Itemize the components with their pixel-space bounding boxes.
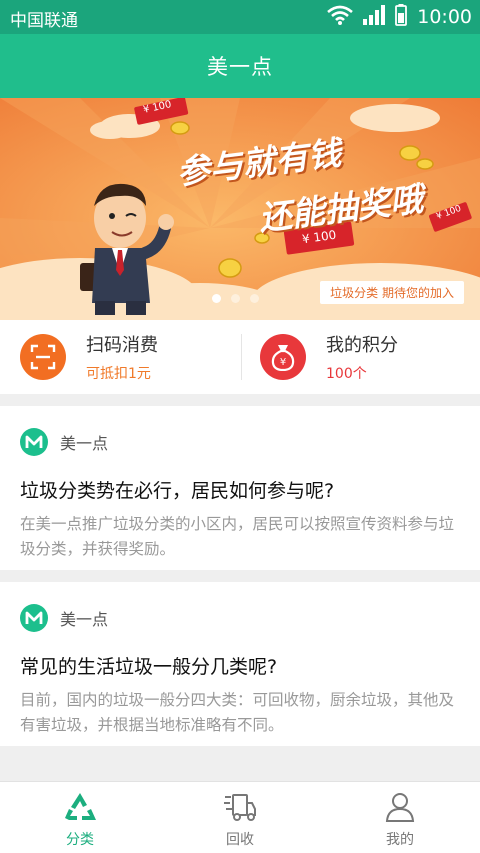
bottom-tab-bar: 分类 回收 我的 [0, 781, 480, 853]
tab-label: 分类 [66, 832, 94, 848]
clock: 10:00 [417, 6, 472, 28]
article-source: 美一点 [20, 604, 108, 632]
divider [241, 334, 242, 380]
tab-mine[interactable]: 我的 [320, 782, 480, 853]
battery-icon [395, 3, 408, 31]
article-title[interactable]: 常见的生活垃圾一般分几类呢? [20, 652, 277, 679]
money-bag-icon: ¥ [260, 334, 306, 380]
wifi-icon [327, 5, 354, 30]
status-bar: 中国联通 10:00 [0, 0, 480, 34]
article-card[interactable]: 美一点 常见的生活垃圾一般分几类呢? 目前，国内的垃圾一般分四大类：可回收物，厨… [0, 582, 480, 746]
article-source: 美一点 [20, 428, 108, 456]
scan-icon [20, 334, 66, 380]
quick-actions: 扫码消费 可抵扣1元 ¥ 我的积分 100个 [0, 320, 480, 394]
recycle-truck-icon [223, 790, 257, 824]
status-icons: 10:00 [327, 3, 472, 31]
tab-recycle[interactable]: 回收 [160, 782, 320, 853]
banner-caption: 垃圾分类 期待您的加入 [320, 281, 464, 304]
carousel-dot[interactable] [231, 294, 240, 303]
action-subtitle: 可抵扣1元 [86, 366, 151, 382]
tab-label: 我的 [386, 832, 414, 848]
carousel-indicator[interactable] [212, 294, 259, 303]
recycle-icon [63, 790, 97, 824]
signal-icon [363, 4, 386, 30]
action-subtitle: 100个 [326, 366, 367, 382]
action-title: 我的积分 [326, 335, 398, 356]
brand-logo-icon [20, 604, 48, 632]
source-name: 美一点 [60, 610, 109, 629]
user-icon [385, 790, 415, 824]
article-summary: 目前，国内的垃圾一般分四大类：可回收物，厨余垃圾，其他及有害垃圾，并根据当地标准… [20, 691, 455, 734]
my-points-button[interactable]: ¥ 我的积分 100个 [260, 320, 398, 394]
source-name: 美一点 [60, 434, 109, 453]
action-title: 扫码消费 [86, 335, 158, 356]
carrier-name: 中国联通 [10, 11, 78, 31]
brand-logo-icon [20, 428, 48, 456]
page-title: 美一点 [207, 55, 273, 79]
scan-pay-button[interactable]: 扫码消费 可抵扣1元 [20, 320, 158, 394]
carousel-dot[interactable] [250, 294, 259, 303]
promo-banner[interactable]: 参与就有钱 还能抽奖哦 ¥ 100 ¥ 100 ¥ 100 垃圾分类 期待您的加… [0, 98, 480, 320]
app-header: 美一点 [0, 34, 480, 98]
svg-text:¥: ¥ [280, 357, 286, 368]
article-title[interactable]: 垃圾分类势在必行，居民如何参与呢? [20, 476, 334, 503]
carousel-dot[interactable] [212, 294, 221, 303]
article-summary: 在美一点推广垃圾分类的小区内，居民可以按照宣传资料参与垃圾分类，并获得奖励。 [20, 515, 455, 558]
article-card[interactable]: 美一点 垃圾分类势在必行，居民如何参与呢? 在美一点推广垃圾分类的小区内，居民可… [0, 406, 480, 570]
tab-classify[interactable]: 分类 [0, 782, 160, 853]
tab-label: 回收 [226, 832, 254, 848]
